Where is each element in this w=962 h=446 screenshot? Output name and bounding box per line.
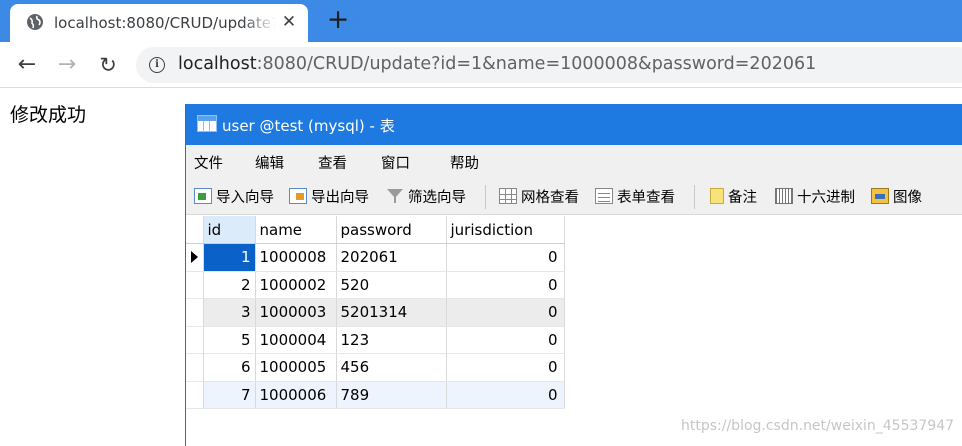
browser-tab[interactable]: localhost:8080/CRUD/update?id=1&name=100… xyxy=(10,4,308,42)
form-view-label: 表单查看 xyxy=(617,189,675,206)
cell-name[interactable]: 1000002 xyxy=(255,271,337,299)
grid-view-label: 网格查看 xyxy=(521,189,579,206)
data-grid: id name password jurisdiction 1 1000008 … xyxy=(186,216,565,409)
close-icon[interactable]: ✕ xyxy=(280,13,298,31)
table-row[interactable]: 3 1000003 5201314 0 xyxy=(186,298,565,327)
cell-password[interactable]: 123 xyxy=(336,326,447,354)
export-wizard-button[interactable]: 导出向导 xyxy=(289,186,369,206)
tab-title: localhost:8080/CRUD/update?id=1&name=100… xyxy=(54,14,276,32)
hex-button[interactable]: 十六进制 xyxy=(775,186,855,206)
note-label: 备注 xyxy=(728,189,757,206)
filter-icon xyxy=(386,188,404,204)
table-row[interactable]: 7 1000006 789 0 xyxy=(186,381,565,409)
column-header-name[interactable]: name xyxy=(255,216,337,244)
browser-toolbar: ← → ↻ i localhost:8080/CRUD/update?id=1&… xyxy=(0,42,962,88)
cell-id[interactable]: 3 xyxy=(203,298,256,327)
table-row[interactable]: 6 1000005 456 0 xyxy=(186,353,565,382)
cell-jurisdiction[interactable]: 0 xyxy=(446,243,565,272)
cell-password[interactable]: 520 xyxy=(336,271,447,299)
image-button[interactable]: 图像 xyxy=(871,186,922,206)
note-icon xyxy=(710,188,724,204)
cell-password[interactable]: 202061 xyxy=(336,243,447,272)
cell-id[interactable]: 5 xyxy=(203,326,256,354)
current-row-marker xyxy=(186,243,204,272)
row-marker-header xyxy=(186,216,204,244)
menu-help[interactable]: 帮助 xyxy=(450,152,479,173)
toolbar-divider xyxy=(694,185,695,209)
cell-password[interactable]: 5201314 xyxy=(336,298,447,327)
cell-name[interactable]: 1000005 xyxy=(255,353,337,382)
filter-wizard-button[interactable]: 筛选向导 xyxy=(386,186,466,206)
grid-icon xyxy=(499,188,517,204)
cell-name[interactable]: 1000008 xyxy=(255,243,337,272)
row-marker xyxy=(186,381,204,409)
note-button[interactable]: 备注 xyxy=(710,186,757,206)
cell-name[interactable]: 1000004 xyxy=(255,326,337,354)
cell-jurisdiction[interactable]: 0 xyxy=(446,381,565,409)
cell-jurisdiction[interactable]: 0 xyxy=(446,326,565,354)
export-icon xyxy=(289,188,307,204)
hex-label: 十六进制 xyxy=(797,189,855,206)
success-message: 修改成功 xyxy=(10,104,87,126)
window-title-bar[interactable]: user @test (mysql) - 表 xyxy=(186,104,962,145)
column-header-id[interactable]: id xyxy=(203,216,256,244)
url-text[interactable]: localhost:8080/CRUD/update?id=1&name=100… xyxy=(178,54,816,74)
row-marker xyxy=(186,298,204,327)
back-arrow-icon[interactable]: ← xyxy=(13,51,41,79)
browser-tab-strip: localhost:8080/CRUD/update?id=1&name=100… xyxy=(0,0,962,42)
toolbar-divider xyxy=(485,185,486,209)
cell-jurisdiction[interactable]: 0 xyxy=(446,271,565,299)
filter-label: 筛选向导 xyxy=(408,189,466,206)
menu-window[interactable]: 窗口 xyxy=(381,152,410,173)
cell-id[interactable]: 1 xyxy=(203,243,256,272)
menu-bar: 文件 编辑 查看 窗口 帮助 xyxy=(186,145,962,177)
cell-name[interactable]: 1000003 xyxy=(255,298,337,327)
menu-view[interactable]: 查看 xyxy=(318,152,347,173)
menu-file[interactable]: 文件 xyxy=(194,152,223,173)
header-row: id name password jurisdiction xyxy=(186,216,565,244)
cell-jurisdiction[interactable]: 0 xyxy=(446,353,565,382)
form-view-button[interactable]: 表单查看 xyxy=(595,186,675,206)
reload-icon[interactable]: ↻ xyxy=(94,51,122,79)
table-icon xyxy=(197,115,217,132)
tool-strip: 导入向导 导出向导 筛选向导 网格查看 表单查看 备注 十六进制 图像 xyxy=(186,177,962,215)
row-marker xyxy=(186,353,204,382)
table-row[interactable]: 2 1000002 520 0 xyxy=(186,271,565,299)
form-icon xyxy=(595,188,613,204)
url-path: :8080/CRUD/update?id=1&name=1000008&pass… xyxy=(256,54,817,74)
address-bar[interactable]: i localhost:8080/CRUD/update?id=1&name=1… xyxy=(136,47,962,83)
cell-password[interactable]: 456 xyxy=(336,353,447,382)
cell-id[interactable]: 6 xyxy=(203,353,256,382)
menu-edit[interactable]: 编辑 xyxy=(255,152,284,173)
table-row[interactable]: 5 1000004 123 0 xyxy=(186,326,565,354)
image-icon xyxy=(871,188,889,204)
grid-view-button[interactable]: 网格查看 xyxy=(499,186,579,206)
image-label: 图像 xyxy=(893,189,922,206)
cell-jurisdiction[interactable]: 0 xyxy=(446,298,565,327)
table-row[interactable]: 1 1000008 202061 0 xyxy=(186,243,565,272)
import-icon xyxy=(194,188,212,204)
cell-name[interactable]: 1000006 xyxy=(255,381,337,409)
globe-icon xyxy=(27,14,43,30)
row-pointer-icon xyxy=(191,251,198,264)
row-marker xyxy=(186,326,204,354)
new-tab-button[interactable]: + xyxy=(325,6,351,34)
forward-arrow-icon[interactable]: → xyxy=(53,51,81,79)
column-header-password[interactable]: password xyxy=(336,216,447,244)
cell-id[interactable]: 2 xyxy=(203,271,256,299)
cell-id[interactable]: 7 xyxy=(203,381,256,409)
cell-password[interactable]: 789 xyxy=(336,381,447,409)
window-title: user @test (mysql) - 表 xyxy=(222,117,395,135)
import-wizard-button[interactable]: 导入向导 xyxy=(194,186,274,206)
info-icon[interactable]: i xyxy=(149,57,165,73)
watermark: https://blog.csdn.net/weixin_45537947 xyxy=(681,418,955,434)
hex-icon xyxy=(775,188,793,204)
row-marker xyxy=(186,271,204,299)
import-label: 导入向导 xyxy=(216,189,274,206)
column-header-jurisdiction[interactable]: jurisdiction xyxy=(446,216,565,244)
url-host: localhost xyxy=(178,54,257,74)
table-window: user @test (mysql) - 表 文件 编辑 查看 窗口 帮助 导入… xyxy=(185,104,962,446)
export-label: 导出向导 xyxy=(311,189,369,206)
